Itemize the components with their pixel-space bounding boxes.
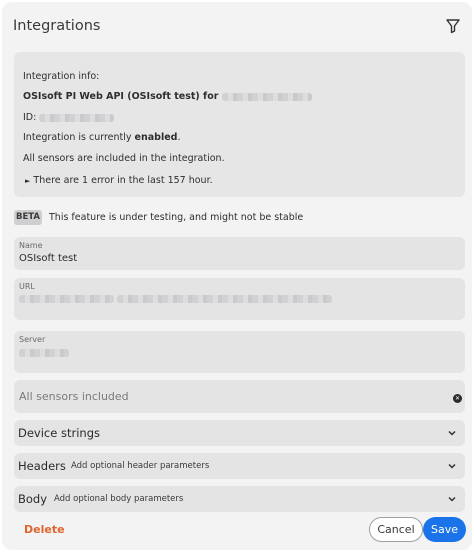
chevron-down-icon (448, 463, 456, 469)
body-title: Body (18, 492, 48, 506)
url-field[interactable]: URL (14, 278, 465, 320)
cancel-button[interactable]: Cancel (369, 517, 423, 542)
info-sensors-line: All sensors are included in the integrat… (23, 153, 225, 164)
url-value (19, 294, 333, 305)
status-suffix: . (177, 132, 181, 143)
redacted-server (19, 349, 69, 357)
page-title: Integrations (13, 18, 101, 34)
headers-subtitle: Add optional header parameters (71, 461, 210, 471)
status-value: enabled (134, 132, 178, 143)
headers-accordion[interactable]: Headers Add optional header parameters (14, 453, 465, 479)
integration-dialog: Integrations Integration info: OSIsoft P… (2, 2, 472, 550)
redacted-url-part (117, 295, 333, 303)
redacted-url-part (19, 295, 114, 303)
server-value (19, 348, 69, 359)
filter-icon[interactable] (445, 18, 461, 34)
status-prefix: Integration is currently (23, 132, 132, 143)
name-field[interactable]: Name OSIsoft test (14, 237, 465, 270)
chevron-down-icon (448, 430, 456, 436)
info-id-line: ID: (23, 112, 115, 123)
info-heading: Integration info: (23, 71, 100, 82)
headers-title: Headers (18, 459, 66, 473)
id-label: ID: (23, 112, 37, 123)
errors-text: There are 1 error in the last 157 hour. (33, 175, 213, 186)
sensors-select[interactable]: All sensors included ✕ (14, 380, 465, 413)
integration-name: OSIsoft PI Web API (OSIsoft test) for (23, 91, 219, 102)
caret-right-icon: ► (25, 177, 31, 185)
info-name-line: OSIsoft PI Web API (OSIsoft test) for (23, 91, 312, 102)
body-accordion[interactable]: Body Add optional body parameters (14, 486, 465, 512)
chevron-down-icon (448, 496, 456, 502)
save-button[interactable]: Save (423, 517, 466, 542)
integration-info-box: Integration info: OSIsoft PI Web API (OS… (14, 52, 465, 197)
name-label: Name (19, 241, 43, 250)
body-subtitle: Add optional body parameters (54, 494, 184, 504)
device-strings-title: Device strings (18, 426, 100, 440)
redacted-id (39, 113, 115, 122)
errors-toggle[interactable]: ► There are 1 error in the last 157 hour… (25, 175, 213, 186)
clear-icon[interactable]: ✕ (453, 394, 462, 403)
server-field[interactable]: Server (14, 331, 465, 373)
info-status-line: Integration is currently enabled. (23, 132, 181, 143)
name-value: OSIsoft test (19, 253, 78, 264)
server-label: Server (19, 335, 46, 344)
sensors-placeholder: All sensors included (19, 390, 129, 403)
url-label: URL (19, 282, 35, 291)
redacted-host (221, 92, 312, 101)
beta-text: This feature is under testing, and might… (49, 212, 304, 223)
beta-badge: BETA (14, 210, 42, 225)
delete-button[interactable]: Delete (24, 523, 65, 536)
device-strings-accordion[interactable]: Device strings (14, 420, 465, 446)
